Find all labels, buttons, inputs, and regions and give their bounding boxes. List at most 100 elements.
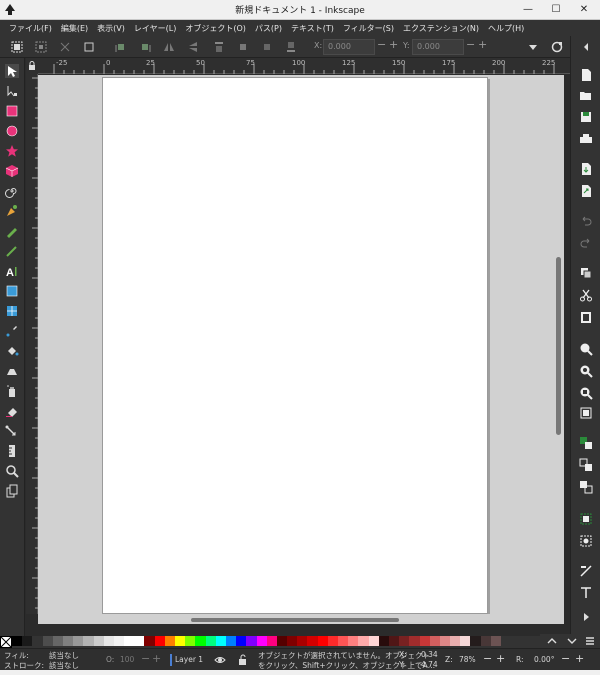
- color-swatch[interactable]: [409, 636, 420, 646]
- more-controls-dropdown-icon[interactable]: [526, 40, 540, 54]
- ellipse-tool-icon[interactable]: [5, 124, 19, 138]
- pen-tool-icon[interactable]: [5, 204, 19, 218]
- color-swatch[interactable]: [307, 636, 318, 646]
- color-swatch[interactable]: [144, 636, 155, 646]
- color-swatch[interactable]: [42, 636, 53, 646]
- print-icon[interactable]: [579, 132, 593, 146]
- y-increment-button[interactable]: +: [478, 38, 487, 51]
- menu-extensions[interactable]: エクステンション(N): [403, 23, 479, 34]
- collapse-commands-icon[interactable]: [579, 40, 593, 54]
- select-all-layers-icon[interactable]: [34, 40, 48, 54]
- color-swatch[interactable]: [470, 636, 481, 646]
- color-swatch[interactable]: [327, 636, 338, 646]
- color-swatch[interactable]: [378, 636, 389, 646]
- selector-tool-icon[interactable]: [5, 64, 19, 78]
- opacity-field[interactable]: 100: [120, 655, 134, 664]
- connector-tool-icon[interactable]: [5, 424, 19, 438]
- color-swatch[interactable]: [388, 636, 400, 646]
- color-swatch[interactable]: [490, 636, 501, 646]
- color-swatch[interactable]: [103, 636, 114, 646]
- x-field[interactable]: 0.000: [323, 39, 375, 55]
- color-swatch[interactable]: [246, 636, 257, 646]
- lower-to-bottom-icon[interactable]: [284, 40, 298, 54]
- zoom-out-button[interactable]: −: [483, 652, 492, 665]
- pages-tool-icon[interactable]: [5, 484, 19, 498]
- color-swatch[interactable]: [266, 636, 277, 646]
- x-increment-button[interactable]: +: [389, 38, 398, 51]
- zoom-page-icon[interactable]: [579, 386, 593, 400]
- undo-icon[interactable]: [579, 214, 593, 228]
- menu-layer[interactable]: レイヤー(L): [134, 23, 176, 34]
- color-swatch[interactable]: [348, 636, 359, 646]
- zoom-tool-icon[interactable]: [5, 464, 19, 478]
- color-swatch[interactable]: [419, 636, 430, 646]
- lock-icon[interactable]: [27, 61, 37, 71]
- color-swatch[interactable]: [32, 636, 43, 646]
- palette-menu-icon[interactable]: [584, 635, 596, 647]
- paint-bucket-tool-icon[interactable]: [5, 344, 19, 358]
- pencil-tool-icon[interactable]: [5, 224, 19, 238]
- menu-path[interactable]: パス(P): [255, 23, 282, 34]
- gradient-tool-icon[interactable]: [5, 284, 19, 298]
- lower-icon[interactable]: [260, 40, 274, 54]
- flip-horizontal-icon[interactable]: [162, 40, 176, 54]
- menu-view[interactable]: 表示(V): [97, 23, 125, 34]
- color-swatch[interactable]: [358, 636, 369, 646]
- color-swatch[interactable]: [113, 636, 125, 646]
- spray-tool-icon[interactable]: [5, 384, 19, 398]
- color-swatch[interactable]: [62, 636, 74, 646]
- raise-icon[interactable]: [236, 40, 250, 54]
- rotate-selection-icon[interactable]: [82, 40, 96, 54]
- rotate-ccw-icon[interactable]: [114, 40, 128, 54]
- star-tool-icon[interactable]: [5, 144, 19, 158]
- menu-file[interactable]: ファイル(F): [9, 23, 52, 34]
- unlink-clone-icon[interactable]: [579, 480, 593, 494]
- flip-vertical-icon[interactable]: [186, 40, 200, 54]
- opacity-increment-button[interactable]: +: [152, 652, 161, 665]
- color-swatch[interactable]: [52, 636, 63, 646]
- zoom-selection-icon[interactable]: [579, 342, 593, 356]
- calligraphy-tool-icon[interactable]: [5, 244, 19, 258]
- x-decrement-button[interactable]: −: [377, 38, 386, 51]
- mesh-tool-icon[interactable]: [5, 304, 19, 318]
- new-document-icon[interactable]: [579, 68, 593, 82]
- save-icon[interactable]: [579, 110, 593, 124]
- y-field[interactable]: 0.000: [412, 39, 464, 55]
- menu-object[interactable]: オブジェクト(O): [185, 23, 246, 34]
- color-swatch[interactable]: [338, 636, 349, 646]
- select-all-icon[interactable]: [10, 40, 24, 54]
- menu-help[interactable]: ヘルプ(H): [488, 23, 524, 34]
- vertical-scrollbar-thumb[interactable]: [556, 257, 561, 435]
- color-swatch[interactable]: [287, 636, 298, 646]
- group-icon[interactable]: [579, 512, 593, 526]
- color-swatch[interactable]: [297, 636, 308, 646]
- current-layer[interactable]: Layer 1: [175, 655, 203, 664]
- import-icon[interactable]: [579, 162, 593, 176]
- color-swatch[interactable]: [93, 636, 104, 646]
- color-swatch[interactable]: [236, 636, 247, 646]
- no-paint-swatch-icon[interactable]: [0, 636, 12, 648]
- y-decrement-button[interactable]: −: [466, 38, 475, 51]
- color-swatch[interactable]: [317, 636, 328, 646]
- clone-icon[interactable]: [579, 458, 593, 472]
- color-swatch[interactable]: [124, 636, 135, 646]
- color-swatch[interactable]: [12, 636, 23, 646]
- color-swatch[interactable]: [225, 636, 237, 646]
- 3d-box-tool-icon[interactable]: [5, 164, 19, 178]
- color-swatch[interactable]: [185, 636, 196, 646]
- document-page[interactable]: [102, 77, 488, 614]
- color-swatch[interactable]: [205, 636, 216, 646]
- export-icon[interactable]: [579, 184, 593, 198]
- color-swatch[interactable]: [195, 636, 206, 646]
- zoom-drawing-icon[interactable]: [579, 364, 593, 378]
- fill-stroke-icon[interactable]: [579, 564, 593, 578]
- snap-toggle-icon[interactable]: [550, 40, 564, 54]
- color-swatch[interactable]: [439, 636, 451, 646]
- color-swatch[interactable]: [215, 636, 226, 646]
- color-swatch[interactable]: [164, 636, 175, 646]
- measure-tool-icon[interactable]: [5, 444, 19, 458]
- cut-icon[interactable]: [579, 288, 593, 302]
- eraser-tool-icon[interactable]: [5, 404, 19, 418]
- palette-scroll-up-icon[interactable]: [546, 635, 558, 647]
- rotate-cw-icon[interactable]: [138, 40, 152, 54]
